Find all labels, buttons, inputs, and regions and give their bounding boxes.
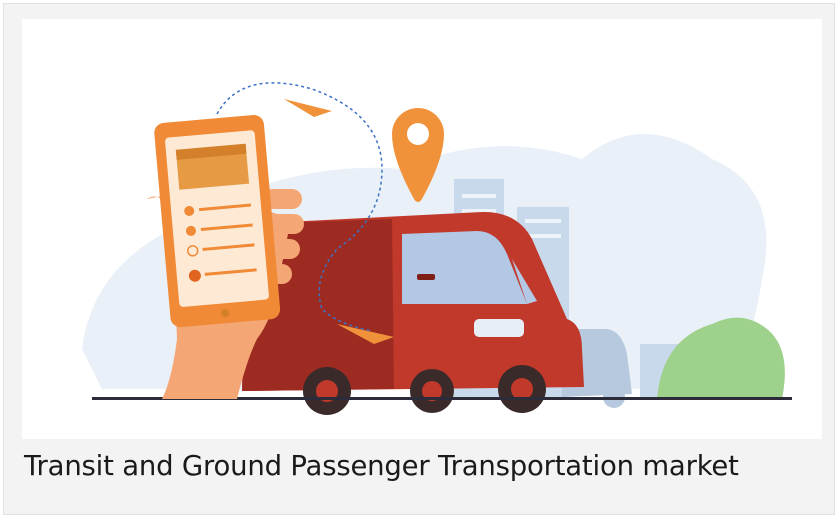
delivery-van-illustration bbox=[22, 19, 822, 439]
smartphone bbox=[154, 114, 281, 328]
market-card[interactable]: Transit and Ground Passenger Transportat… bbox=[3, 3, 835, 515]
card-caption[interactable]: Transit and Ground Passenger Transportat… bbox=[24, 450, 824, 482]
paper-plane-icon bbox=[284, 99, 332, 117]
